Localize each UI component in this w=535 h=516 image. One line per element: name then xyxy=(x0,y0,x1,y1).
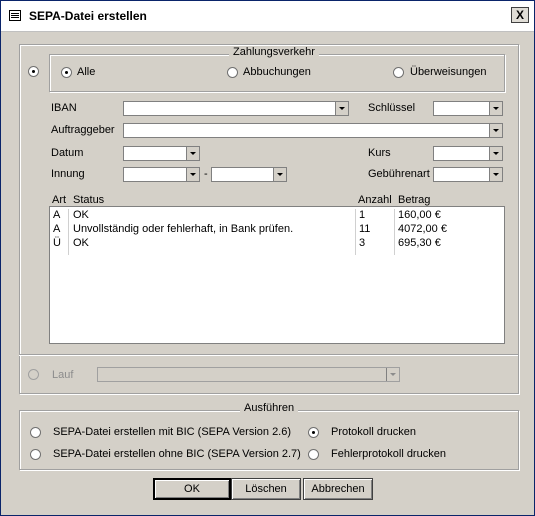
radio-alle[interactable] xyxy=(61,67,72,78)
label-protokoll: Protokoll drucken xyxy=(331,426,416,438)
lauf-combo[interactable] xyxy=(97,367,400,382)
kurs-label: Kurs xyxy=(368,147,391,159)
chevron-down-icon[interactable] xyxy=(186,147,199,160)
row-betrag: 160,00 € xyxy=(398,209,441,221)
dialog-client: Zahlungsverkehr Alle Abbuchungen Überwei… xyxy=(1,32,534,515)
dialog-window: SEPA-Datei erstellen X Zahlungsverkehr A… xyxy=(0,0,535,516)
status-listbox[interactable]: A OK 1 160,00 € A Unvollständig oder feh… xyxy=(49,206,505,344)
title-bar[interactable]: SEPA-Datei erstellen X xyxy=(1,1,534,32)
row-anzahl: 1 xyxy=(359,209,366,221)
column-divider xyxy=(68,209,69,255)
row-art: Ü xyxy=(53,237,61,249)
chevron-down-icon[interactable] xyxy=(386,368,399,381)
chevron-down-icon[interactable] xyxy=(335,102,348,115)
column-divider xyxy=(394,209,395,255)
row-anzahl: 3 xyxy=(359,237,366,249)
gebuehrenart-combo[interactable] xyxy=(433,167,503,182)
loeschen-button[interactable]: Löschen xyxy=(231,478,301,500)
schluessel-combo[interactable] xyxy=(433,101,503,116)
innung-separator: - xyxy=(204,168,208,180)
label-abbuchungen: Abbuchungen xyxy=(243,66,311,78)
chevron-down-icon[interactable] xyxy=(489,147,502,160)
label-ohne-bic: SEPA-Datei erstellen ohne BIC (SEPA Vers… xyxy=(53,448,301,460)
row-anzahl: 11 xyxy=(359,223,371,235)
radio-abbuchungen[interactable] xyxy=(227,67,238,78)
ok-button[interactable]: OK xyxy=(153,478,231,500)
zahlungsverkehr-legend: Zahlungsverkehr xyxy=(229,46,319,58)
chevron-down-icon[interactable] xyxy=(489,124,502,137)
radio-mit-bic[interactable] xyxy=(30,427,41,438)
lauf-label: Lauf xyxy=(52,369,74,381)
row-status: OK xyxy=(73,209,89,221)
row-art: A xyxy=(53,209,61,221)
innung-to-combo[interactable] xyxy=(211,167,287,182)
ausfuehren-legend: Ausführen xyxy=(240,402,299,414)
column-divider xyxy=(355,209,356,255)
schluessel-label: Schlüssel xyxy=(368,102,416,114)
radio-protokoll[interactable] xyxy=(308,427,319,438)
radio-zahlungsverkehr-mode[interactable] xyxy=(28,66,39,77)
innung-label: Innung xyxy=(51,168,85,180)
label-mit-bic: SEPA-Datei erstellen mit BIC (SEPA Versi… xyxy=(53,426,292,438)
row-betrag: 695,30 € xyxy=(398,237,441,249)
auftraggeber-label: Auftraggeber xyxy=(51,124,115,136)
column-header-status: Status xyxy=(73,194,105,206)
iban-label: IBAN xyxy=(51,102,77,114)
datum-label: Datum xyxy=(51,147,84,159)
datum-combo[interactable] xyxy=(123,146,200,161)
row-art: A xyxy=(53,223,61,235)
radio-ohne-bic[interactable] xyxy=(30,449,41,460)
frame-divider xyxy=(19,354,518,356)
label-ueberweisungen: Überweisungen xyxy=(410,66,487,78)
ausfuehren-group xyxy=(19,410,519,470)
label-fehlerprotokoll: Fehlerprotokoll drucken xyxy=(331,448,446,460)
label-alle: Alle xyxy=(77,66,96,78)
chevron-down-icon[interactable] xyxy=(273,168,286,181)
innung-from-combo[interactable] xyxy=(123,167,200,182)
row-status: OK xyxy=(73,237,89,249)
kurs-combo[interactable] xyxy=(433,146,503,161)
radio-fehlerprotokoll[interactable] xyxy=(308,449,319,460)
abbrechen-button[interactable]: Abbrechen xyxy=(303,478,373,500)
chevron-down-icon[interactable] xyxy=(186,168,199,181)
iban-combo[interactable] xyxy=(123,101,349,116)
gebuehrenart-label: Gebührenart xyxy=(368,168,430,180)
chevron-down-icon[interactable] xyxy=(489,102,502,115)
chevron-down-icon[interactable] xyxy=(489,168,502,181)
column-header-betrag: Betrag xyxy=(398,194,431,206)
row-betrag: 4072,00 € xyxy=(398,223,447,235)
auftraggeber-combo[interactable] xyxy=(123,123,503,138)
column-header-art: Art xyxy=(52,194,67,206)
window-title: SEPA-Datei erstellen xyxy=(29,9,147,23)
radio-lauf[interactable] xyxy=(28,369,39,380)
form-icon xyxy=(9,10,21,21)
radio-ueberweisungen[interactable] xyxy=(393,67,404,78)
column-header-anzahl: Anzahl xyxy=(358,194,392,206)
close-button[interactable]: X xyxy=(511,7,529,23)
row-status: Unvollständig oder fehlerhaft, in Bank p… xyxy=(73,223,294,235)
